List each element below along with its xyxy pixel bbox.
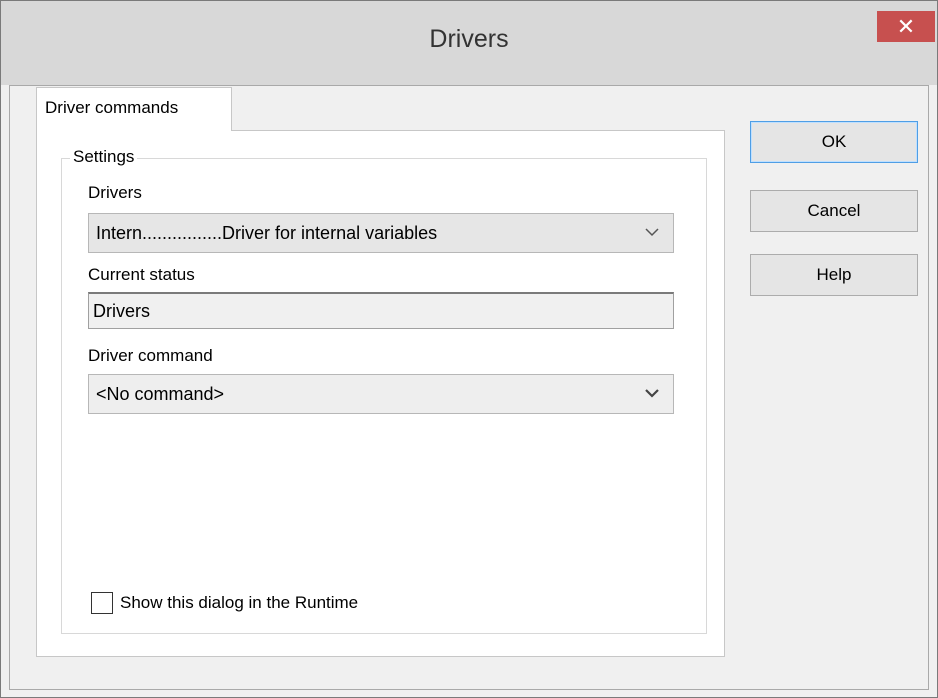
window-title: Drivers	[429, 25, 509, 53]
show-in-runtime-checkbox[interactable]	[91, 592, 113, 614]
chevron-down-icon	[645, 389, 659, 398]
cancel-button[interactable]: Cancel	[750, 190, 918, 232]
settings-group-label: Settings	[70, 147, 138, 167]
help-button[interactable]: Help	[750, 254, 918, 296]
driver-command-label: Driver command	[88, 346, 213, 365]
chevron-down-icon	[645, 228, 659, 237]
drivers-dropdown-value: Intern................Driver for interna…	[96, 222, 438, 243]
ok-button[interactable]: OK	[750, 121, 918, 163]
current-status-field: Drivers	[88, 292, 674, 329]
title-bar[interactable]: Drivers ✕	[1, 1, 937, 85]
close-button[interactable]: ✕	[877, 11, 935, 42]
close-icon: ✕	[896, 14, 916, 39]
drivers-label: Drivers	[88, 183, 142, 202]
drivers-dropdown[interactable]: Intern................Driver for interna…	[88, 213, 674, 253]
tab-driver-commands[interactable]: Driver commands	[36, 87, 232, 131]
driver-command-value: <No command>	[96, 383, 225, 404]
current-status-value: Drivers	[93, 300, 150, 321]
tab-label: Driver commands	[45, 98, 179, 117]
driver-command-dropdown[interactable]: <No command>	[88, 374, 674, 414]
current-status-label: Current status	[88, 265, 195, 284]
show-in-runtime-label[interactable]: Show this dialog in the Runtime	[120, 593, 358, 613]
